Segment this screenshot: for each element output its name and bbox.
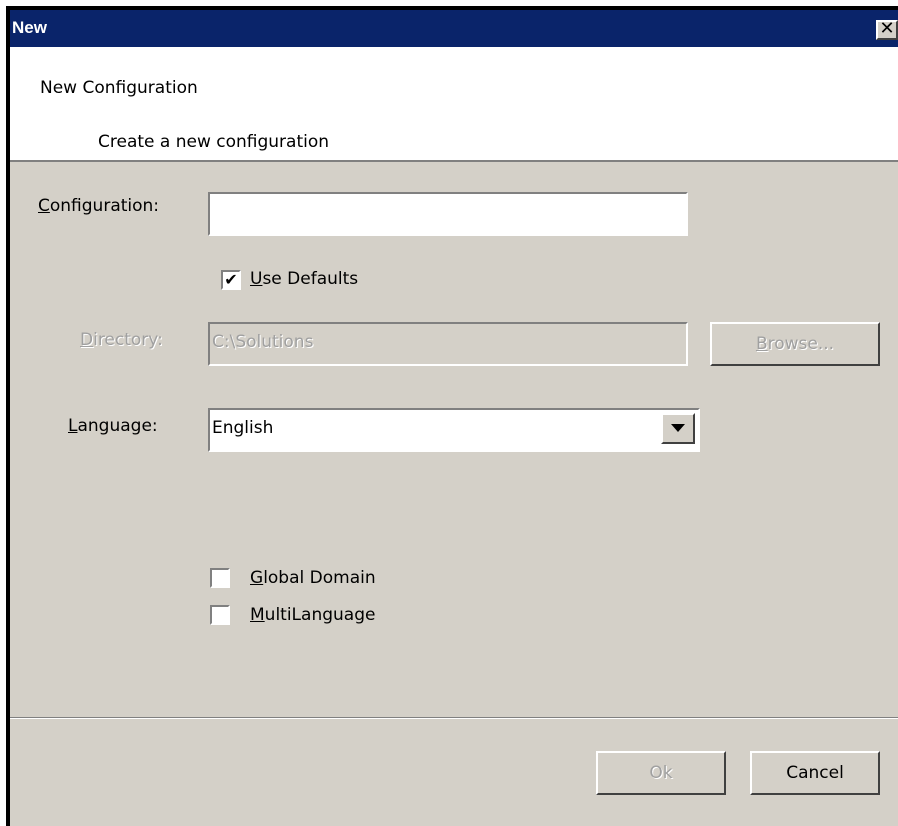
global-domain-label[interactable]: Global Domain <box>250 568 376 588</box>
dialog-window: New ✕ New Configuration Create a new con… <box>6 6 898 826</box>
footer-divider <box>10 717 898 719</box>
directory-label: Directory: <box>80 330 163 350</box>
close-button[interactable]: ✕ <box>876 20 898 40</box>
title-bar[interactable]: New ✕ <box>10 10 898 47</box>
chevron-down-icon <box>671 424 685 432</box>
wizard-header: New Configuration Create a new configura… <box>10 47 898 162</box>
header-subtitle: Create a new configuration <box>98 132 330 152</box>
configuration-input[interactable] <box>208 192 688 236</box>
multilanguage-label[interactable]: MultiLanguage <box>250 605 375 625</box>
configuration-label: Configuration: <box>38 196 160 216</box>
close-icon: ✕ <box>879 18 895 39</box>
dropdown-button[interactable] <box>661 413 695 444</box>
global-domain-checkbox[interactable] <box>210 568 230 588</box>
multilanguage-checkbox[interactable] <box>210 605 230 625</box>
use-defaults-checkbox[interactable]: ✔ <box>221 270 241 290</box>
cancel-button[interactable]: Cancel <box>750 751 880 795</box>
header-title: New Configuration <box>40 78 198 98</box>
browse-button[interactable]: Browse... <box>710 322 880 366</box>
language-label: Language: <box>68 416 158 436</box>
window-title: New <box>12 18 47 37</box>
language-select[interactable]: English <box>208 408 700 452</box>
checkmark-icon: ✔ <box>224 270 238 289</box>
directory-input[interactable]: C:\Solutions <box>208 322 688 366</box>
ok-button[interactable]: Ok <box>596 751 726 795</box>
use-defaults-label[interactable]: Use Defaults <box>250 269 358 289</box>
